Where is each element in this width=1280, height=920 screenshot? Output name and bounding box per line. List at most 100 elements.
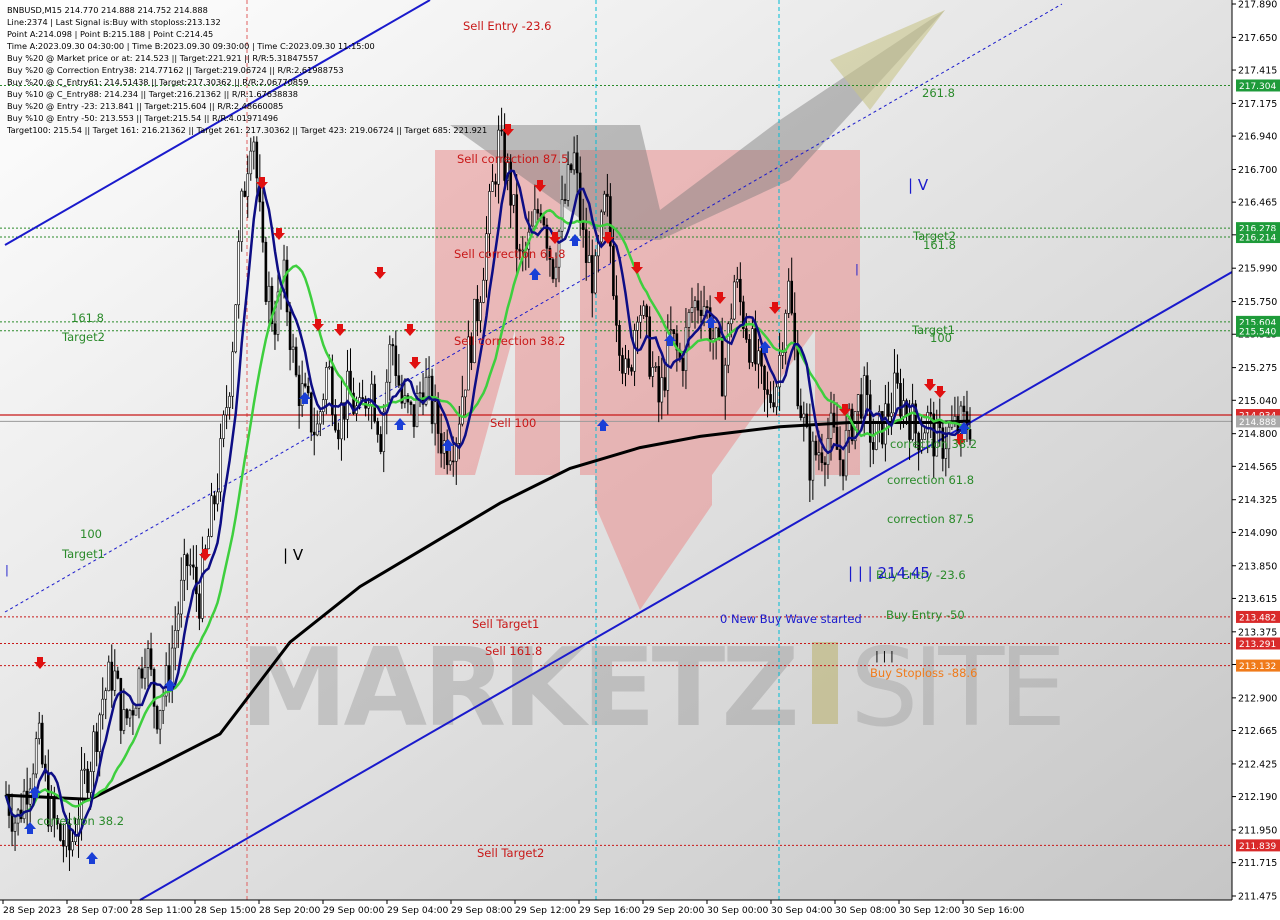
svg-text:SITE: SITE: [850, 626, 1061, 751]
candle-body: [325, 366, 328, 400]
candle-body: [461, 396, 464, 425]
candle-body: [482, 279, 485, 303]
candle-body: [775, 386, 778, 408]
candle-body: [128, 710, 132, 719]
candle-body: [859, 394, 863, 419]
candle-body: [318, 411, 322, 425]
time-tick-label: 28 Sep 07:00: [67, 905, 128, 916]
candle-body: [155, 706, 159, 730]
candle-body: [322, 399, 325, 413]
candle-body: [388, 344, 392, 383]
candle-body: [436, 401, 440, 434]
candle-body: [476, 298, 479, 322]
candle-body: [603, 193, 606, 213]
price-tag-label: 215.540: [1239, 327, 1276, 337]
annotation-label: Buy Entry -50: [886, 608, 965, 622]
candle-body: [542, 216, 546, 226]
candle-body: [173, 630, 177, 649]
price-tick-label: 212.665: [1238, 726, 1277, 737]
candle-body: [216, 491, 219, 505]
candle-body: [249, 150, 253, 175]
info-line: Buy %20 @ Correction Entry38: 214.77162 …: [7, 65, 344, 75]
candle-body: [509, 161, 512, 206]
candle-body: [615, 295, 618, 326]
candle-body: [784, 313, 787, 353]
candle-body: [213, 495, 216, 505]
annotation-label: 0 New Buy Wave started: [720, 612, 862, 626]
price-tick-label: 211.475: [1238, 892, 1277, 903]
candle-body: [899, 383, 902, 417]
candle-body: [533, 209, 537, 227]
candle-body: [832, 412, 836, 428]
candle-body: [179, 579, 183, 615]
candle-body: [101, 698, 105, 716]
candle-body: [569, 164, 573, 171]
candle-body: [210, 495, 213, 537]
candle-body: [829, 412, 833, 439]
candle-body: [131, 710, 135, 716]
candle-body: [198, 593, 201, 619]
price-tick-label: 214.325: [1238, 495, 1277, 506]
candle-body: [195, 566, 198, 595]
candle-body: [793, 312, 797, 346]
candle-body: [448, 460, 452, 466]
candle-body: [146, 648, 150, 668]
candle-body: [636, 321, 639, 331]
candle-body: [811, 440, 815, 481]
candle-body: [267, 285, 271, 302]
price-tag-label: 213.482: [1239, 613, 1276, 623]
price-tick-label: 217.175: [1238, 99, 1277, 110]
candle-body: [361, 397, 364, 400]
candle-body: [255, 141, 259, 179]
annotation-label: Target1: [61, 547, 105, 561]
candle-body: [551, 259, 555, 280]
candle-body: [642, 305, 645, 316]
candle-body: [182, 554, 186, 581]
price-tick-label: 216.700: [1238, 165, 1277, 176]
candle-body: [207, 536, 210, 550]
candle-body: [246, 173, 250, 197]
candle-body: [34, 738, 38, 775]
price-chart[interactable]: MARKETZ SITE Sell Entry -23.6Sell correc…: [0, 0, 1280, 920]
candle-body: [86, 768, 89, 793]
candle-body: [578, 172, 582, 222]
candle-body: [116, 670, 120, 679]
candle-body: [491, 181, 494, 192]
candle-body: [660, 377, 664, 403]
candle-body: [654, 366, 658, 368]
candle-body: [745, 328, 748, 340]
time-tick-label: 30 Sep 04:00: [771, 905, 832, 916]
annotation-label: | V: [283, 546, 304, 564]
price-tick-label: 215.750: [1238, 297, 1277, 308]
annotation-label: correction 87.5: [887, 512, 974, 526]
info-line: Line:2374 | Last Signal is:Buy with stop…: [7, 17, 221, 27]
candle-body: [896, 372, 899, 384]
candle-body: [149, 648, 153, 670]
candle-body: [772, 402, 775, 408]
annotation-label: correction 38.2: [37, 814, 124, 828]
candle-body: [590, 255, 594, 294]
candle-body: [823, 462, 827, 465]
price-tick-label: 217.650: [1238, 33, 1277, 44]
candle-body: [473, 298, 476, 363]
candle-body: [515, 194, 519, 250]
candle-body: [787, 280, 790, 314]
candle-body: [312, 431, 316, 436]
candle-body: [231, 351, 234, 397]
candle-body: [651, 367, 654, 377]
candle-body: [612, 245, 615, 297]
candle-body: [563, 199, 567, 201]
price-tick-label: 214.565: [1238, 462, 1277, 473]
candle-body: [769, 394, 772, 403]
annotation-label: 100: [80, 527, 102, 541]
candle-body: [110, 661, 114, 691]
candle-body: [645, 305, 648, 318]
candle-body: [862, 375, 866, 419]
candle-body: [439, 433, 443, 454]
candle-body: [376, 421, 379, 435]
candle-body: [89, 771, 92, 793]
price-tick-label: 217.415: [1238, 66, 1277, 77]
candle-body: [74, 836, 77, 842]
candle-body: [457, 423, 461, 444]
candle-body: [13, 822, 17, 832]
